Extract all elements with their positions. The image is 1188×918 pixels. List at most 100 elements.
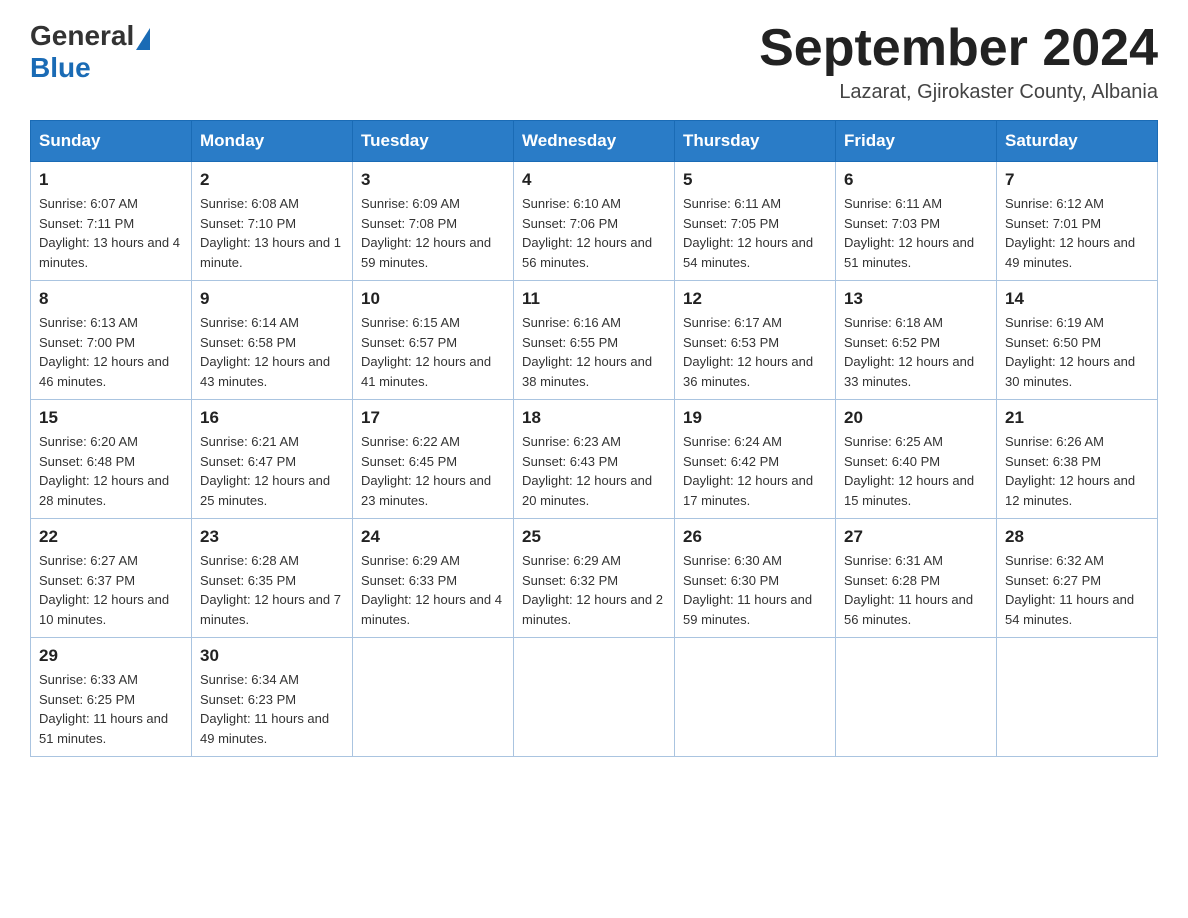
calendar-week-row: 22 Sunrise: 6:27 AMSunset: 6:37 PMDayligh…	[31, 519, 1158, 638]
calendar-day-header: Sunday	[31, 121, 192, 162]
day-number: 12	[683, 289, 827, 309]
calendar-day-header: Thursday	[675, 121, 836, 162]
calendar-day-cell: 9 Sunrise: 6:14 AMSunset: 6:58 PMDaylight…	[192, 281, 353, 400]
calendar-day-header: Wednesday	[514, 121, 675, 162]
day-info: Sunrise: 6:16 AMSunset: 6:55 PMDaylight:…	[522, 313, 666, 391]
calendar-day-header: Monday	[192, 121, 353, 162]
calendar-day-cell: 26Sunrise: 6:30 AMSunset: 6:30 PMDayligh…	[675, 519, 836, 638]
day-info: Sunrise: 6:25 AMSunset: 6:40 PMDaylight:…	[844, 432, 988, 510]
calendar-day-cell: 11Sunrise: 6:16 AMSunset: 6:55 PMDayligh…	[514, 281, 675, 400]
day-info: Sunrise: 6:33 AMSunset: 6:25 PMDaylight:…	[39, 670, 183, 748]
calendar-day-cell: 3 Sunrise: 6:09 AMSunset: 7:08 PMDaylight…	[353, 162, 514, 281]
calendar-day-cell	[997, 638, 1158, 757]
day-info: Sunrise: 6:07 AMSunset: 7:11 PMDaylight:…	[39, 194, 183, 272]
day-number: 29	[39, 646, 183, 666]
day-number: 20	[844, 408, 988, 428]
day-info: Sunrise: 6:11 AMSunset: 7:05 PMDaylight:…	[683, 194, 827, 272]
day-number: 8	[39, 289, 183, 309]
day-number: 3	[361, 170, 505, 190]
calendar-header-row: SundayMondayTuesdayWednesdayThursdayFrid…	[31, 121, 1158, 162]
day-number: 30	[200, 646, 344, 666]
calendar-day-cell	[675, 638, 836, 757]
month-title: September 2024	[759, 20, 1158, 77]
calendar-day-cell: 2Sunrise: 6:08 AMSunset: 7:10 PMDaylight…	[192, 162, 353, 281]
day-number: 15	[39, 408, 183, 428]
calendar-day-cell: 1 Sunrise: 6:07 AMSunset: 7:11 PMDaylight…	[31, 162, 192, 281]
day-info: Sunrise: 6:09 AMSunset: 7:08 PMDaylight:…	[361, 194, 505, 272]
day-number: 7	[1005, 170, 1149, 190]
day-number: 14	[1005, 289, 1149, 309]
day-info: Sunrise: 6:20 AMSunset: 6:48 PMDaylight:…	[39, 432, 183, 510]
calendar-day-cell: 27Sunrise: 6:31 AMSunset: 6:28 PMDayligh…	[836, 519, 997, 638]
calendar-day-cell: 18 Sunrise: 6:23 AMSunset: 6:43 PMDayligh…	[514, 400, 675, 519]
calendar-day-cell: 10 Sunrise: 6:15 AMSunset: 6:57 PMDayligh…	[353, 281, 514, 400]
day-number: 18	[522, 408, 666, 428]
day-number: 21	[1005, 408, 1149, 428]
calendar-week-row: 29 Sunrise: 6:33 AMSunset: 6:25 PMDayligh…	[31, 638, 1158, 757]
day-info: Sunrise: 6:24 AMSunset: 6:42 PMDaylight:…	[683, 432, 827, 510]
day-info: Sunrise: 6:13 AMSunset: 7:00 PMDaylight:…	[39, 313, 183, 391]
logo-blue-text: Blue	[30, 52, 150, 84]
logo: General Blue	[30, 20, 150, 84]
day-number: 1	[39, 170, 183, 190]
day-info: Sunrise: 6:14 AMSunset: 6:58 PMDaylight:…	[200, 313, 344, 391]
calendar-day-header: Saturday	[997, 121, 1158, 162]
logo-triangle-icon	[136, 28, 150, 50]
calendar-day-cell: 7 Sunrise: 6:12 AMSunset: 7:01 PMDaylight…	[997, 162, 1158, 281]
day-number: 25	[522, 527, 666, 547]
day-info: Sunrise: 6:18 AMSunset: 6:52 PMDaylight:…	[844, 313, 988, 391]
title-section: September 2024 Lazarat, Gjirokaster Coun…	[759, 20, 1158, 104]
day-number: 22	[39, 527, 183, 547]
day-number: 13	[844, 289, 988, 309]
day-number: 27	[844, 527, 988, 547]
calendar-day-cell: 28 Sunrise: 6:32 AMSunset: 6:27 PMDayligh…	[997, 519, 1158, 638]
day-info: Sunrise: 6:17 AMSunset: 6:53 PMDaylight:…	[683, 313, 827, 391]
day-info: Sunrise: 6:28 AMSunset: 6:35 PMDaylight:…	[200, 551, 344, 629]
calendar-day-cell: 14 Sunrise: 6:19 AMSunset: 6:50 PMDayligh…	[997, 281, 1158, 400]
calendar-week-row: 1 Sunrise: 6:07 AMSunset: 7:11 PMDaylight…	[31, 162, 1158, 281]
calendar-day-cell: 5Sunrise: 6:11 AMSunset: 7:05 PMDaylight…	[675, 162, 836, 281]
day-number: 16	[200, 408, 344, 428]
day-info: Sunrise: 6:29 AMSunset: 6:33 PMDaylight:…	[361, 551, 505, 629]
logo-general-text: General	[30, 20, 134, 52]
calendar-table: SundayMondayTuesdayWednesdayThursdayFrid…	[30, 120, 1158, 757]
calendar-day-cell: 4Sunrise: 6:10 AMSunset: 7:06 PMDaylight…	[514, 162, 675, 281]
day-number: 24	[361, 527, 505, 547]
calendar-day-header: Friday	[836, 121, 997, 162]
day-info: Sunrise: 6:21 AMSunset: 6:47 PMDaylight:…	[200, 432, 344, 510]
day-number: 10	[361, 289, 505, 309]
day-info: Sunrise: 6:08 AMSunset: 7:10 PMDaylight:…	[200, 194, 344, 272]
day-info: Sunrise: 6:27 AMSunset: 6:37 PMDaylight:…	[39, 551, 183, 629]
location-text: Lazarat, Gjirokaster County, Albania	[759, 81, 1158, 104]
day-info: Sunrise: 6:15 AMSunset: 6:57 PMDaylight:…	[361, 313, 505, 391]
day-info: Sunrise: 6:26 AMSunset: 6:38 PMDaylight:…	[1005, 432, 1149, 510]
calendar-day-cell: 29 Sunrise: 6:33 AMSunset: 6:25 PMDayligh…	[31, 638, 192, 757]
day-info: Sunrise: 6:19 AMSunset: 6:50 PMDaylight:…	[1005, 313, 1149, 391]
calendar-day-cell: 15 Sunrise: 6:20 AMSunset: 6:48 PMDayligh…	[31, 400, 192, 519]
day-number: 28	[1005, 527, 1149, 547]
calendar-day-cell: 16 Sunrise: 6:21 AMSunset: 6:47 PMDayligh…	[192, 400, 353, 519]
page-header: General Blue September 2024 Lazarat, Gji…	[30, 20, 1158, 104]
day-info: Sunrise: 6:11 AMSunset: 7:03 PMDaylight:…	[844, 194, 988, 272]
calendar-week-row: 15 Sunrise: 6:20 AMSunset: 6:48 PMDayligh…	[31, 400, 1158, 519]
calendar-day-cell: 23 Sunrise: 6:28 AMSunset: 6:35 PMDayligh…	[192, 519, 353, 638]
day-info: Sunrise: 6:23 AMSunset: 6:43 PMDaylight:…	[522, 432, 666, 510]
day-number: 19	[683, 408, 827, 428]
calendar-day-cell: 25 Sunrise: 6:29 AMSunset: 6:32 PMDayligh…	[514, 519, 675, 638]
calendar-day-cell: 17Sunrise: 6:22 AMSunset: 6:45 PMDayligh…	[353, 400, 514, 519]
calendar-day-cell: 12 Sunrise: 6:17 AMSunset: 6:53 PMDayligh…	[675, 281, 836, 400]
day-number: 9	[200, 289, 344, 309]
calendar-day-cell: 22 Sunrise: 6:27 AMSunset: 6:37 PMDayligh…	[31, 519, 192, 638]
day-info: Sunrise: 6:32 AMSunset: 6:27 PMDaylight:…	[1005, 551, 1149, 629]
calendar-day-cell	[514, 638, 675, 757]
day-info: Sunrise: 6:10 AMSunset: 7:06 PMDaylight:…	[522, 194, 666, 272]
calendar-week-row: 8 Sunrise: 6:13 AMSunset: 7:00 PMDaylight…	[31, 281, 1158, 400]
day-info: Sunrise: 6:29 AMSunset: 6:32 PMDaylight:…	[522, 551, 666, 629]
calendar-day-cell: 6 Sunrise: 6:11 AMSunset: 7:03 PMDaylight…	[836, 162, 997, 281]
day-number: 6	[844, 170, 988, 190]
day-info: Sunrise: 6:12 AMSunset: 7:01 PMDaylight:…	[1005, 194, 1149, 272]
calendar-day-cell	[353, 638, 514, 757]
day-number: 23	[200, 527, 344, 547]
calendar-day-cell: 13 Sunrise: 6:18 AMSunset: 6:52 PMDayligh…	[836, 281, 997, 400]
calendar-day-cell: 24 Sunrise: 6:29 AMSunset: 6:33 PMDayligh…	[353, 519, 514, 638]
